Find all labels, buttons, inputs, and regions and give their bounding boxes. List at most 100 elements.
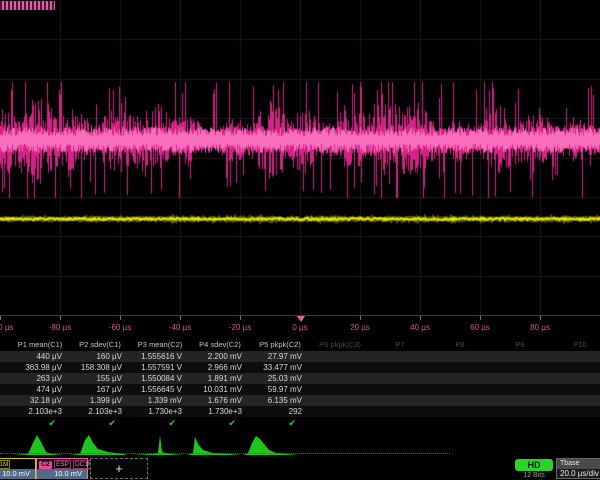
measure-value: 1.557591 V (130, 362, 190, 373)
measure-value: 167 µV (70, 384, 130, 395)
axis-label: 80 µs (510, 323, 570, 332)
measure-header-p10[interactable]: P10 (550, 339, 600, 351)
measure-value (370, 351, 430, 362)
measure-value: 27.97 mV (250, 351, 310, 362)
measure-value: 363.98 µV (10, 362, 70, 373)
measure-value (310, 384, 370, 395)
axis-label: -60 µs (90, 323, 150, 332)
axis-label: -40 µs (150, 323, 210, 332)
measure-value (310, 362, 370, 373)
measure-stat-row: 2.103e+32.103e+31.730e+31.730e+3292 (0, 406, 600, 417)
measure-value: 2.103e+3 (70, 406, 130, 417)
axis-label: -20 µs (210, 323, 270, 332)
c2-descriptor-box[interactable]: C2 ESP DC1M 10.0 mV (36, 458, 88, 479)
measure-stat-row: 474 µV167 µV1.556645 V10.031 mV59.97 mV (0, 384, 600, 395)
histogram-baseline (0, 453, 450, 454)
measure-value (310, 406, 370, 417)
measure-value (490, 362, 550, 373)
c2-scale-value: 10.0 mV (37, 469, 87, 479)
measure-value (370, 373, 430, 384)
measure-value (550, 384, 600, 395)
axis-label: 0 µs (270, 323, 330, 332)
axis-label: -100 µs (0, 323, 30, 332)
measure-stat-row: 363.98 µV158.308 µV1.557591 V2.966 mV33.… (0, 362, 600, 373)
measure-value: 25.03 mV (250, 373, 310, 384)
measure-value (550, 395, 600, 406)
measure-value (430, 373, 490, 384)
add-trace-button[interactable]: + (90, 458, 148, 479)
measure-header-p8[interactable]: P8 (430, 339, 490, 351)
measure-value: 2.200 mV (190, 351, 250, 362)
measure-value: 158.308 µV (70, 362, 130, 373)
hd-mode-badge[interactable]: HD (515, 459, 553, 471)
measure-value (550, 406, 600, 417)
measure-header-p9[interactable]: P9 (490, 339, 550, 351)
measure-value: 1.555616 V (130, 351, 190, 362)
measure-value (550, 362, 600, 373)
timebase-label: Tbase (557, 459, 600, 469)
measure-value (430, 395, 490, 406)
measure-value (370, 384, 430, 395)
measure-header-p2[interactable]: P2 sdev(C1) (70, 339, 130, 351)
descriptor-bar: C1 DC1M 10.0 mV C2 ESP DC1M 10.0 mV + HD… (0, 457, 600, 480)
measure-value (310, 395, 370, 406)
histicon-p2 (68, 435, 126, 455)
measure-value: 1.676 mV (190, 395, 250, 406)
measure-header-row: P1 mean(C1)P2 sdev(C1)P3 mean(C2)P4 sdev… (0, 339, 600, 351)
measure-value: 2.103e+3 (10, 406, 70, 417)
measure-stat-row: 32.18 µV1.399 µV1.339 mV1.676 mV6.135 mV (0, 395, 600, 406)
measure-value (490, 351, 550, 362)
measure-value: 1.556645 V (130, 384, 190, 395)
measure-value: 1.550084 V (130, 373, 190, 384)
measure-header-p3[interactable]: P3 mean(C2) (130, 339, 190, 351)
measure-header-p6[interactable]: P6 pkpk(C3) (310, 339, 370, 351)
hd-bits-label: 12 Bits (515, 472, 553, 479)
measure-value: 160 µV (70, 351, 130, 362)
measure-value (310, 351, 370, 362)
measure-value: 2.966 mV (190, 362, 250, 373)
measure-value (430, 384, 490, 395)
measure-value (490, 395, 550, 406)
waveform-grid (0, 0, 600, 315)
axis-tick (420, 316, 421, 320)
c1-scale-value: 10.0 mV (0, 469, 35, 479)
measure-value: 1.730e+3 (190, 406, 250, 417)
axis-tick (60, 316, 61, 320)
measure-header-p7[interactable]: P7 (370, 339, 430, 351)
measure-value: 1.730e+3 (130, 406, 190, 417)
measure-value (370, 395, 430, 406)
measure-value: 1.339 mV (130, 395, 190, 406)
c2-esp-tag: ESP (54, 460, 71, 469)
measure-header-p5[interactable]: P5 pkpk(C2) (250, 339, 310, 351)
plus-icon: + (115, 461, 123, 476)
measure-value (550, 373, 600, 384)
measurement-table: P1 mean(C1)P2 sdev(C1)P3 mean(C2)P4 sdev… (0, 339, 600, 430)
c1-descriptor-box[interactable]: C1 DC1M 10.0 mV (0, 458, 36, 479)
measure-value: 1.399 µV (70, 395, 130, 406)
axis-tick (240, 316, 241, 320)
time-axis: -100 µs-80 µs-60 µs-40 µs-20 µs0 µs20 µs… (0, 315, 600, 339)
timebase-descriptor-box[interactable]: Tbase 20.0 µs/div (556, 458, 600, 479)
axis-label: 60 µs (450, 323, 510, 332)
trigger-marker-icon[interactable] (297, 316, 305, 322)
axis-tick (180, 316, 181, 320)
measure-value: 6.135 mV (250, 395, 310, 406)
axis-tick (480, 316, 481, 320)
timebase-value: 20.0 µs/div (557, 469, 600, 478)
axis-tick (0, 316, 1, 320)
measure-value: 292 (250, 406, 310, 417)
measure-value (430, 406, 490, 417)
measure-value: 263 µV (10, 373, 70, 384)
axis-tick (540, 316, 541, 320)
histicon-strip (0, 429, 600, 457)
measure-value (550, 351, 600, 362)
measure-value: 474 µV (10, 384, 70, 395)
measure-value: 33.477 mV (250, 362, 310, 373)
oscilloscope-screen: -100 µs-80 µs-60 µs-40 µs-20 µs0 µs20 µs… (0, 0, 600, 480)
measure-value: 440 µV (10, 351, 70, 362)
measure-header-p1[interactable]: P1 mean(C1) (10, 339, 70, 351)
measure-value (430, 351, 490, 362)
measure-value: 155 µV (70, 373, 130, 384)
measure-header-p4[interactable]: P4 sdev(C2) (190, 339, 250, 351)
axis-tick (360, 316, 361, 320)
